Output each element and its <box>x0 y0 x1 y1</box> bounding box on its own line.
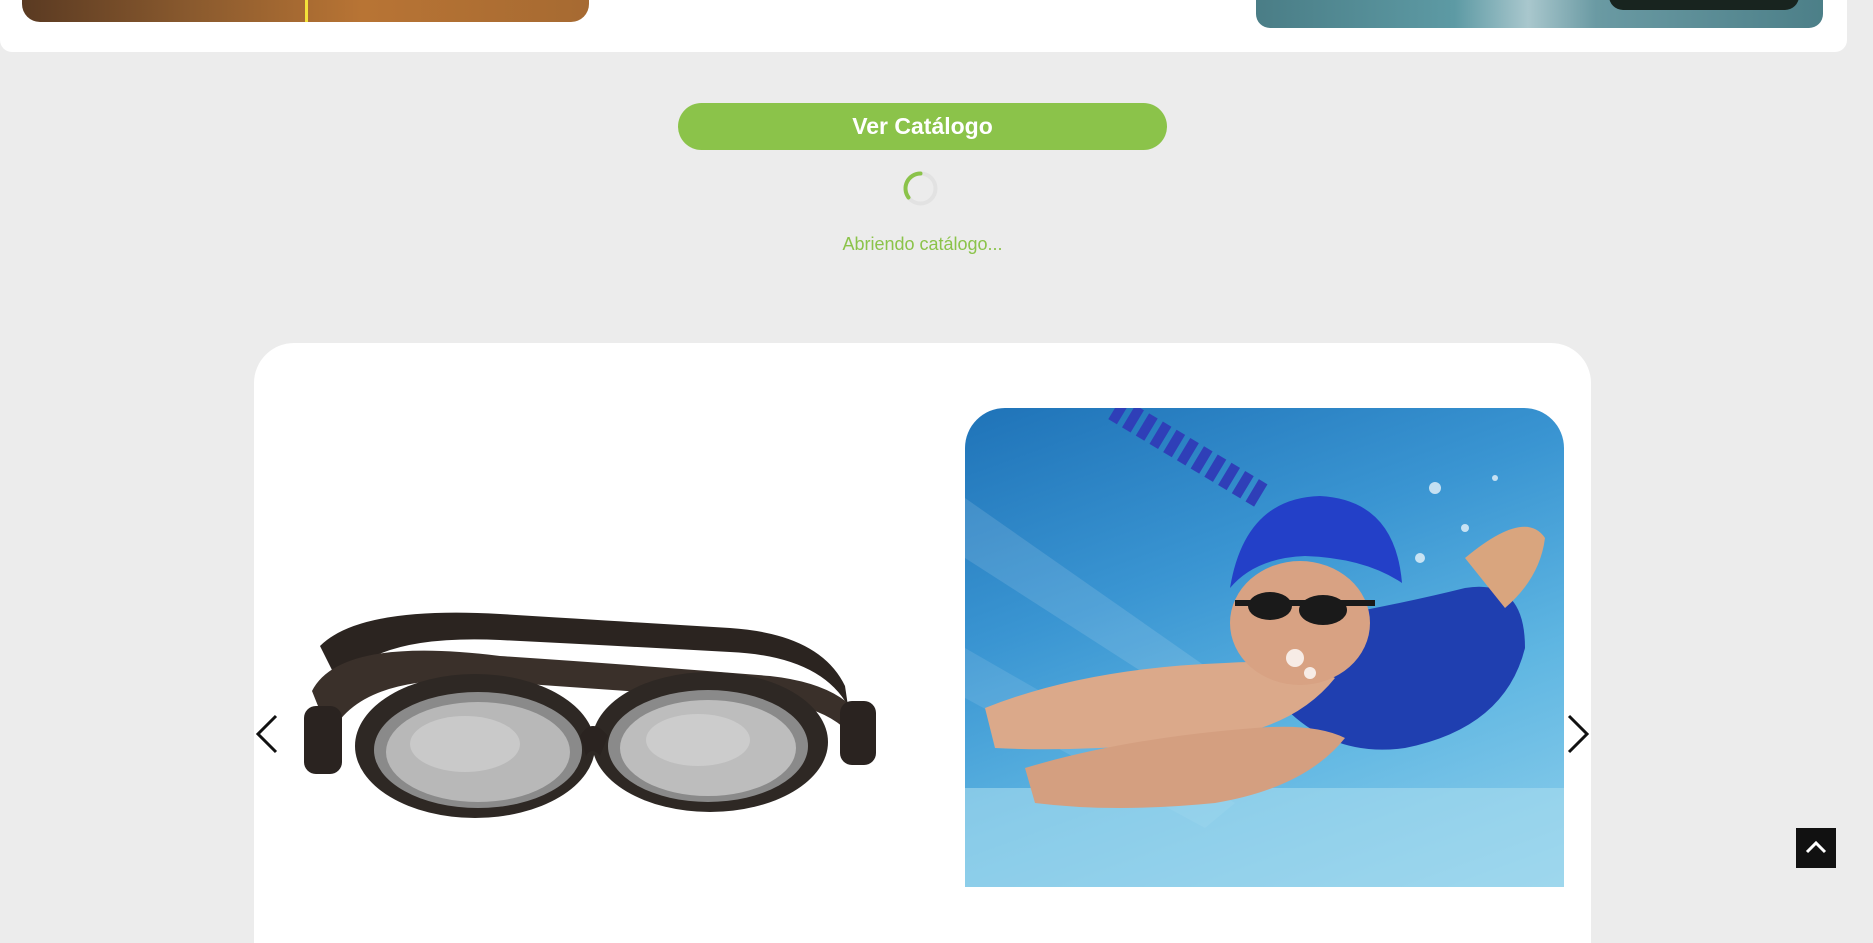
carousel-prev-button[interactable] <box>252 712 282 756</box>
chevron-left-icon <box>255 714 278 754</box>
carousel-next-button[interactable] <box>1563 712 1593 756</box>
banner-image-right <box>1256 0 1823 28</box>
loading-status-text: Abriendo catálogo... <box>842 234 1003 254</box>
brand-logo-image <box>1609 0 1799 10</box>
chevron-up-icon <box>1805 840 1827 854</box>
banner-image-left <box>22 0 589 22</box>
back-to-top-button[interactable] <box>1796 828 1836 868</box>
chevron-right-icon <box>1567 714 1590 754</box>
loading-spinner-icon <box>902 170 939 207</box>
top-banner-card <box>0 0 1847 52</box>
swimmer-lifestyle-image[interactable] <box>965 408 1564 887</box>
goggles-product-image[interactable] <box>300 596 880 836</box>
view-catalog-button[interactable]: Ver Catálogo <box>678 103 1167 150</box>
banner-accent-line <box>305 0 308 22</box>
